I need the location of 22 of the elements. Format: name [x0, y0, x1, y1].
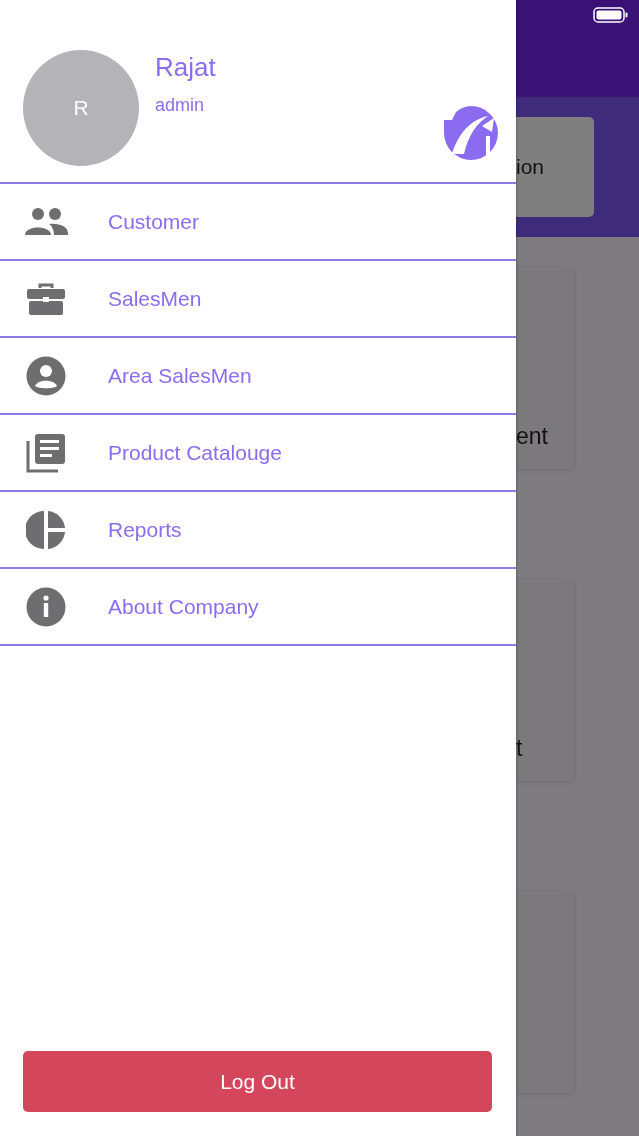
document-stack-icon	[26, 432, 66, 473]
dashboard-card[interactable]: t	[516, 579, 574, 781]
dashboard-card[interactable]: ent	[516, 267, 574, 469]
menu-item[interactable]: Reports	[0, 492, 516, 569]
user-name: Rajat	[155, 52, 216, 83]
people-icon	[25, 206, 69, 237]
logout-button[interactable]: Log Out	[23, 1051, 492, 1112]
briefcase-icon	[26, 281, 66, 316]
menu-item[interactable]: Customer	[0, 184, 516, 261]
option-card[interactable]: ion	[516, 117, 594, 217]
menu-item[interactable]: Area SalesMen	[0, 338, 516, 415]
logo-icon	[442, 104, 500, 162]
account-icon	[26, 355, 66, 396]
info-icon	[26, 586, 66, 627]
user-role: admin	[155, 95, 205, 116]
menu-item[interactable]: SalesMen	[0, 261, 516, 338]
menu-item[interactable]: About Company	[0, 569, 516, 646]
dashboard-card[interactable]	[516, 891, 574, 1093]
menu-item[interactable]: Product Catalouge	[0, 415, 516, 492]
battery-icon	[593, 6, 629, 24]
avatar: R	[23, 50, 139, 166]
pie-chart-icon	[26, 509, 66, 550]
